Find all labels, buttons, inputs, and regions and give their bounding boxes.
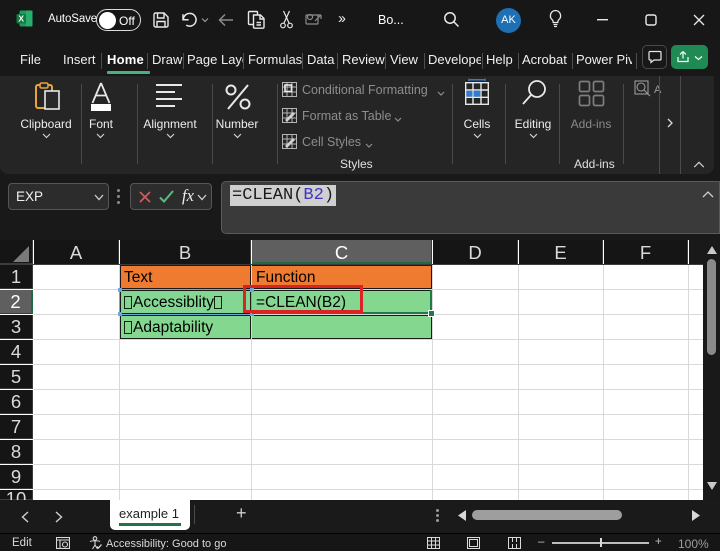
svg-text:X: X [18,14,24,24]
